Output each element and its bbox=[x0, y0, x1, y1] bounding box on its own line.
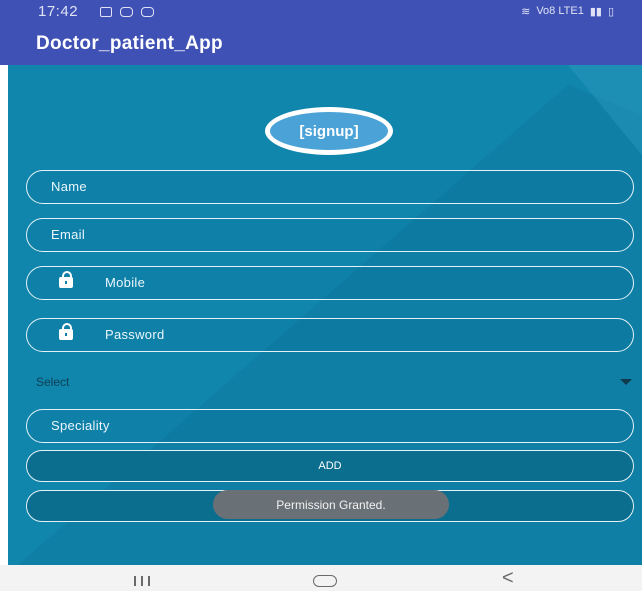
status-right-icons: ≋ Vo8 LTE1 ▮▮ ▯ bbox=[521, 5, 614, 18]
status-left-icons bbox=[100, 7, 154, 17]
recents-icon[interactable] bbox=[134, 576, 150, 586]
back-icon[interactable]: < bbox=[502, 567, 514, 590]
dropdown-arrow-icon[interactable] bbox=[620, 379, 632, 385]
battery-icon: ▯ bbox=[607, 6, 614, 18]
app-bar: Doctor_patient_App bbox=[0, 25, 642, 65]
add-button-label: ADD bbox=[318, 460, 342, 472]
lock-icon bbox=[59, 323, 73, 340]
toast-message: Permission Granted. bbox=[213, 490, 449, 519]
navigation-bar: < bbox=[0, 565, 642, 591]
email-placeholder: Email bbox=[51, 227, 86, 242]
password-field[interactable]: Password bbox=[26, 318, 634, 352]
home-icon[interactable] bbox=[313, 575, 337, 587]
status-bar: 17:42 ≋ Vo8 LTE1 ▮▮ ▯ bbox=[0, 0, 642, 25]
mobile-field[interactable]: Mobile bbox=[26, 266, 634, 300]
add-button[interactable]: ADD bbox=[26, 450, 634, 482]
email-field[interactable]: Email bbox=[26, 218, 634, 252]
gallery-icon bbox=[100, 7, 112, 17]
signal-icon: ▮▮ bbox=[589, 6, 602, 18]
mobile-placeholder: Mobile bbox=[105, 275, 146, 290]
download-icon bbox=[120, 7, 133, 17]
password-placeholder: Password bbox=[105, 327, 165, 342]
logo-text: [signup] bbox=[299, 122, 359, 140]
status-time: 17:42 bbox=[38, 3, 79, 20]
name-placeholder: Name bbox=[51, 179, 87, 194]
network-label: Vo8 LTE1 bbox=[536, 5, 584, 17]
app-title: Doctor_patient_App bbox=[36, 33, 223, 54]
wifi-icon: ≋ bbox=[521, 6, 531, 18]
name-field[interactable]: Name bbox=[26, 170, 634, 204]
toast-text: Permission Granted. bbox=[276, 497, 386, 512]
speciality-field[interactable]: Speciality bbox=[26, 409, 634, 443]
signup-logo: [signup] bbox=[265, 107, 393, 155]
speciality-placeholder: Speciality bbox=[51, 418, 110, 433]
lock-icon bbox=[59, 271, 73, 288]
message-icon bbox=[141, 7, 154, 17]
select-value: Select bbox=[36, 375, 70, 389]
specialty-select[interactable]: Select bbox=[36, 375, 632, 395]
